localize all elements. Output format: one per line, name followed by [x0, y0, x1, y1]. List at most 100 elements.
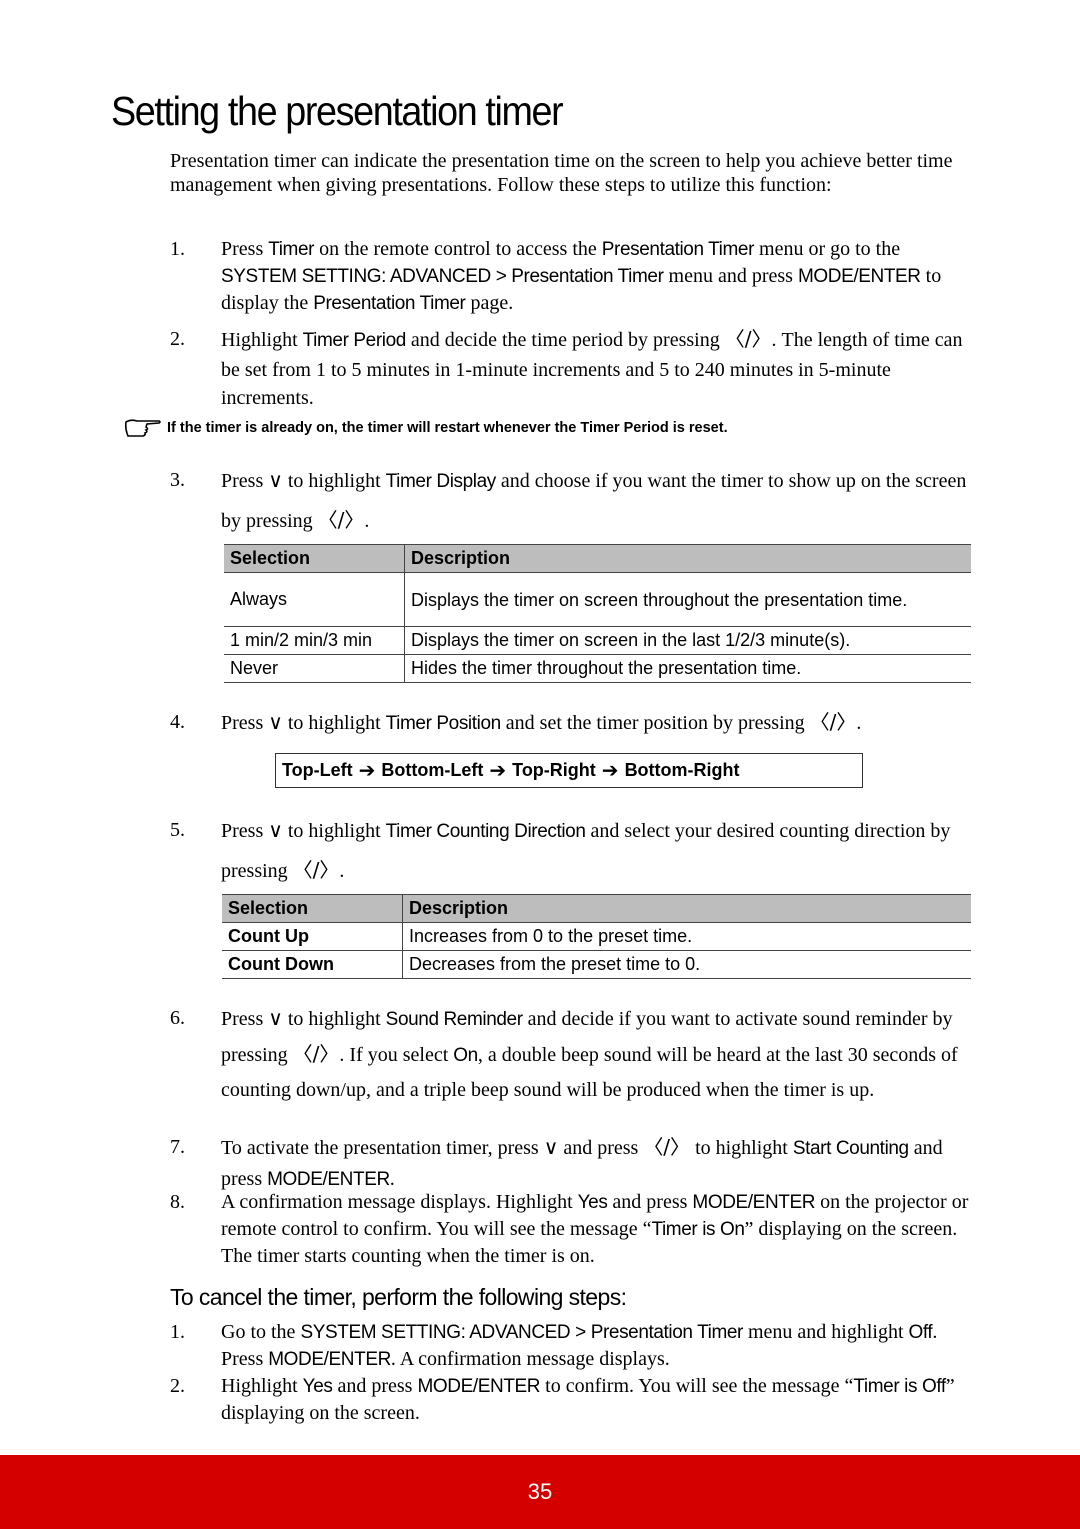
step-number: 8.: [170, 1191, 185, 1213]
ui-term: Start Counting: [792, 1138, 909, 1159]
description-cell: Displays the timer on screen in the last…: [404, 626, 971, 655]
page-number: 35: [527, 1479, 553, 1504]
step-number: 6.: [170, 1007, 185, 1029]
text-run: to highlight: [282, 470, 386, 492]
text-run: .: [856, 712, 862, 734]
right-arrow-icon: ➔: [489, 760, 507, 782]
note: If the timer is already on, the timer wi…: [123, 417, 728, 439]
text-run: Press: [221, 470, 269, 492]
text-run: to highlight: [282, 1008, 386, 1030]
text-run: Press: [221, 238, 269, 260]
text-run: Press: [221, 1008, 269, 1030]
step-number: 3.: [170, 469, 185, 491]
ui-term: Timer is On: [651, 1219, 745, 1240]
description-cell: Decreases from the preset time to 0.: [402, 950, 971, 979]
text-run: to highlight: [690, 1137, 793, 1159]
ui-term: MODE/ENTER: [267, 1169, 390, 1190]
text-run: .: [339, 860, 345, 882]
position-top-right: Top-Right: [512, 760, 596, 780]
step-text: To activate the presentation timer, pres…: [221, 1132, 971, 1195]
step-number: 7.: [170, 1136, 185, 1158]
right-arrow-icon: ➔: [601, 760, 619, 782]
step-text: Press ∨ to highlight Timer Position and …: [221, 708, 971, 738]
step-number: 2.: [170, 328, 185, 350]
text-run: and set the timer position by pressing: [500, 712, 810, 734]
ui-term: Timer is Off: [853, 1376, 946, 1397]
step-text: Press ∨ to highlight Timer Display and c…: [221, 461, 971, 540]
text-run: Highlight: [221, 1375, 303, 1397]
position-bottom-left: Bottom-Left: [381, 760, 484, 780]
column-header: Description: [404, 544, 971, 573]
position-top-left: Top-Left: [282, 760, 353, 780]
text-run: to highlight: [282, 820, 386, 842]
text-run: and press: [558, 1137, 644, 1159]
step-text: Press Timer on the remote control to acc…: [221, 236, 971, 317]
text-run: menu and highlight: [742, 1321, 909, 1343]
ui-term: MODE/ENTER: [797, 266, 921, 287]
ui-term: Timer Period: [302, 330, 407, 351]
right-arrow-icon: ➔: [358, 760, 376, 782]
text-run: .: [389, 1168, 395, 1190]
page-title: Setting the presentation timer: [111, 88, 564, 134]
down-arrow-icon: ∨: [268, 468, 283, 492]
timer-position-sequence: Top-Left ➔ Bottom-Left ➔ Top-Right ➔ Bot…: [275, 753, 863, 788]
left-right-arrows-icon: 〈/〉: [292, 1042, 340, 1066]
left-right-arrows-icon: 〈/〉: [317, 508, 365, 532]
selection-cell: Count Down: [222, 950, 403, 979]
down-arrow-icon: ∨: [268, 818, 283, 842]
text-run: Press: [221, 712, 269, 734]
column-header: Selection: [224, 544, 405, 573]
description-cell: Displays the timer on screen throughout …: [404, 572, 971, 627]
step-number: 5.: [170, 819, 185, 841]
ui-term: MODE/ENTER: [692, 1192, 816, 1213]
ui-term: Yes: [302, 1376, 333, 1397]
ui-term: MODE/ENTER: [417, 1376, 541, 1397]
ui-term: Timer: [268, 239, 315, 260]
step-text: Press ∨ to highlight Sound Reminder and …: [221, 1001, 971, 1107]
step-text: Highlight Timer Period and decide the ti…: [221, 325, 971, 413]
text-run: .: [364, 510, 370, 532]
ui-term: SYSTEM SETTING: ADVANCED > Presentation …: [221, 266, 664, 287]
ui-term: Off: [908, 1322, 933, 1343]
step-number: 4.: [170, 711, 185, 733]
left-right-arrows-icon: 〈/〉: [809, 710, 857, 734]
ui-term: Yes: [577, 1192, 608, 1213]
ui-term: Presentation Timer: [313, 293, 466, 314]
text-run: menu and press: [663, 265, 798, 287]
text-run: Go to the: [221, 1321, 301, 1343]
pointing-hand-icon: [124, 419, 161, 437]
left-right-arrows-icon: 〈/〉: [292, 858, 340, 882]
counting-direction-table: Selection Description Count Up Increases…: [222, 894, 971, 979]
table-row: Always Displays the timer on screen thro…: [224, 572, 971, 627]
column-header: Description: [402, 894, 971, 923]
text-run: To activate the presentation timer, pres…: [221, 1137, 544, 1159]
selection-cell: Always: [224, 572, 405, 627]
table-row: 1 min/2 min/3 min Displays the timer on …: [224, 626, 971, 655]
description-cell: Hides the timer throughout the presentat…: [404, 654, 971, 683]
ui-term: Timer Position: [385, 713, 502, 734]
table-row: Never Hides the timer throughout the pre…: [224, 654, 971, 683]
table-header-row: Selection Description: [222, 894, 971, 923]
step-text: Go to the SYSTEM SETTING: ADVANCED > Pre…: [221, 1319, 971, 1373]
left-right-arrows-icon: 〈/〉: [724, 327, 772, 351]
text-run: page.: [465, 292, 514, 314]
ui-term: Sound Reminder: [385, 1009, 523, 1030]
ui-term: Timer Counting Direction: [385, 821, 586, 842]
timer-display-table: Selection Description Always Displays th…: [224, 544, 971, 683]
text-run: Press: [221, 820, 269, 842]
column-header: Selection: [222, 894, 403, 923]
table-row: Count Down Decreases from the preset tim…: [222, 950, 971, 979]
text-run: and press: [607, 1191, 693, 1213]
text-run: and decide the time period by pressing: [405, 329, 725, 351]
intro-paragraph: Presentation timer can indicate the pres…: [170, 150, 953, 196]
down-arrow-icon: ∨: [268, 1006, 283, 1030]
text-run: to highlight: [282, 712, 386, 734]
page-footer: 35: [0, 1455, 1080, 1529]
text-run: menu or go to the: [754, 238, 901, 260]
ui-term: Timer Display: [385, 471, 497, 492]
text-run: . If you select: [339, 1044, 454, 1066]
step-text: Highlight Yes and press MODE/ENTER to co…: [221, 1373, 971, 1427]
left-right-arrows-icon: 〈/〉: [643, 1135, 691, 1159]
text-run: Highlight: [221, 329, 303, 351]
position-bottom-right: Bottom-Right: [624, 760, 740, 780]
